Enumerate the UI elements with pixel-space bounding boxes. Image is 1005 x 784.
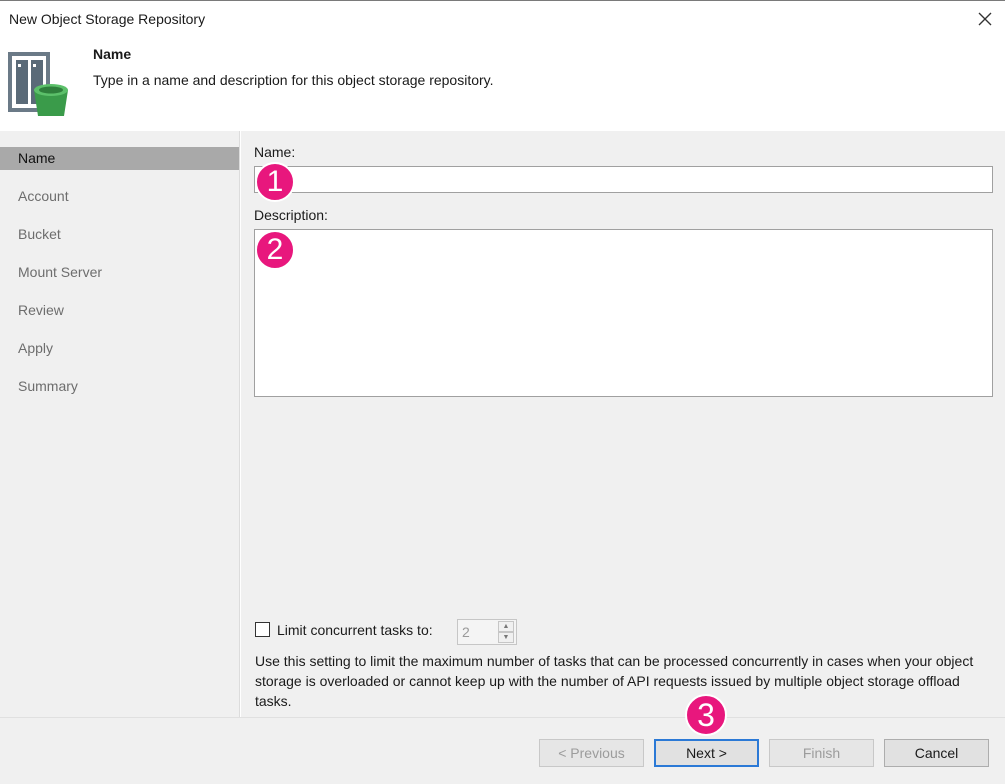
- previous-button[interactable]: < Previous: [539, 739, 644, 767]
- page-description: Type in a name and description for this …: [93, 72, 494, 88]
- description-label: Description:: [254, 207, 328, 223]
- concurrent-tasks-value: 2: [462, 624, 470, 640]
- cancel-button[interactable]: Cancel: [884, 739, 989, 767]
- sidebar-item-label: Name: [18, 150, 56, 166]
- sidebar-item-summary[interactable]: Summary: [0, 375, 239, 398]
- wizard-footer: 3 < Previous Next > Finish Cancel: [0, 694, 1005, 784]
- finish-button[interactable]: Finish: [769, 739, 874, 767]
- window-title: New Object Storage Repository: [9, 11, 206, 27]
- annotation-badge-1: 1: [255, 162, 295, 202]
- annotation-badge-3: 3: [685, 694, 727, 736]
- sidebar-item-mount-server[interactable]: Mount Server: [0, 261, 239, 284]
- concurrent-tasks-stepper[interactable]: 2 ▲ ▼: [457, 619, 517, 645]
- limit-tasks-hint: Use this setting to limit the maximum nu…: [255, 653, 974, 709]
- sidebar-item-label: Apply: [18, 340, 54, 356]
- page-title: Name: [93, 46, 132, 62]
- sidebar-item-label: Bucket: [18, 226, 61, 242]
- close-button[interactable]: [973, 7, 997, 31]
- sidebar-item-review[interactable]: Review: [0, 299, 239, 322]
- limit-concurrent-tasks-label: Limit concurrent tasks to:: [277, 622, 433, 638]
- next-button[interactable]: Next >: [654, 739, 759, 767]
- wizard-steps-sidebar: Name Account Bucket Mount Server Review …: [0, 131, 240, 717]
- name-label: Name:: [254, 144, 296, 160]
- wizard-content: Name: 1 Description: 2 Limit concurrent …: [241, 131, 1005, 717]
- close-icon: [978, 12, 992, 26]
- wizard-header: Name Type in a name and description for …: [0, 38, 1005, 131]
- sidebar-item-label: Account: [18, 188, 69, 204]
- sidebar-item-apply[interactable]: Apply: [0, 337, 239, 360]
- limit-concurrent-tasks-checkbox[interactable]: [255, 622, 270, 637]
- sidebar-item-bucket[interactable]: Bucket: [0, 223, 239, 246]
- sidebar-item-label: Review: [18, 302, 64, 318]
- object-storage-repository-icon: [8, 52, 68, 116]
- annotation-badge-2: 2: [255, 230, 295, 270]
- stepper-up-button[interactable]: ▲: [498, 621, 514, 632]
- sidebar-item-account[interactable]: Account: [0, 185, 239, 208]
- title-bar: New Object Storage Repository: [0, 0, 1005, 38]
- sidebar-item-label: Summary: [18, 378, 78, 394]
- description-textarea[interactable]: [254, 229, 993, 397]
- sidebar-item-label: Mount Server: [18, 264, 103, 280]
- name-input[interactable]: [254, 166, 993, 193]
- sidebar-item-name[interactable]: Name: [0, 147, 239, 170]
- stepper-down-button[interactable]: ▼: [498, 632, 514, 643]
